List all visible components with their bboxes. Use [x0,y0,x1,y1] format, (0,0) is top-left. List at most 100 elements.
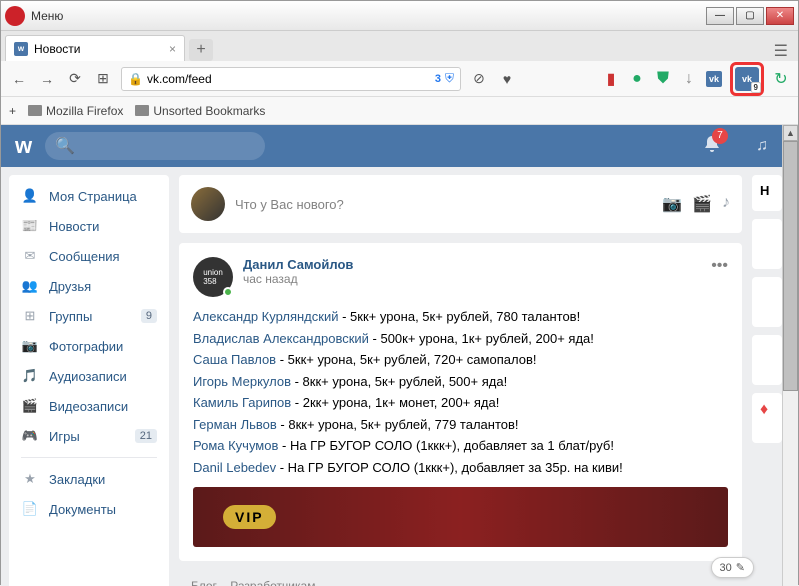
opera-menu-button[interactable] [5,6,25,26]
user-link[interactable]: Камиль Гарипов [193,395,291,410]
maximize-button[interactable]: ▢ [736,7,764,25]
scroll-up-button[interactable]: ▲ [783,125,798,141]
panel-toggle-icon[interactable]: ☰ [774,41,788,61]
menu-label[interactable]: Меню [31,9,63,23]
nav-label: Сообщения [49,249,120,264]
user-avatar[interactable] [191,187,225,221]
nav-label: Моя Страница [49,189,137,204]
heart-icon[interactable]: ♥ [497,69,517,89]
speed-dial-icon[interactable]: ⊞ [93,69,113,89]
vip-badge: VIP [223,505,276,529]
right-box-hot: ♦ [752,393,782,443]
bookmark-folder-mozilla[interactable]: Mozilla Firefox [28,104,123,118]
bookmarks-bar: + Mozilla Firefox Unsorted Bookmarks [1,97,798,125]
nav-label: Аудиозаписи [49,369,127,384]
sidebar-item[interactable]: ★ Закладки [9,464,169,494]
minimize-button[interactable]: — [706,7,734,25]
nav-count: 9 [141,309,157,323]
ext-highlight-box: vk 9 [730,62,764,96]
nav-icon: 📰 [21,217,39,235]
music-button[interactable]: ♫ [756,137,768,155]
ext-vk-small-icon[interactable]: vk [706,71,722,87]
nav-label: Группы [49,309,92,324]
lock-icon: 🔒 [128,72,143,86]
post-text: - На ГР БУГОР СОЛО (1ккк+), добавляет за… [276,460,623,475]
user-link[interactable]: Саша Павлов [193,352,276,367]
user-link[interactable]: Danil Lebedev [193,460,276,475]
sidebar-item[interactable]: 🎬Видеозаписи [9,391,169,421]
user-link[interactable]: Владислав Александровский [193,331,369,346]
post-body: Александр Курляндский - 5кк+ урона, 5к+ … [193,307,728,477]
post-author-avatar[interactable]: union358 [193,257,233,297]
sidebar-item[interactable]: 👤Моя Страница [9,181,169,211]
url-input[interactable]: 🔒 vk.com/feed 3 ⛨ [121,67,461,91]
close-button[interactable]: ✕ [766,7,794,25]
bookmark-folder-unsorted[interactable]: Unsorted Bookmarks [135,104,265,118]
compose-placeholder[interactable]: Что у Вас нового? [235,197,652,212]
new-posts-counter[interactable]: 30 ✎ [711,557,754,578]
nav-icon: 🎵 [21,367,39,385]
pencil-icon: ✎ [736,561,745,574]
back-button[interactable]: ← [9,69,29,89]
sidebar-item[interactable]: 📷Фотографии [9,331,169,361]
ext-sync-icon[interactable]: ↻ [772,70,790,88]
post-text: - 8кк+ урона, 5к+ рублей, 500+ яда! [291,374,507,389]
nav-label: Новости [49,219,99,234]
right-box-heading: Н [752,175,782,211]
forward-button[interactable]: → [37,69,57,89]
sidebar-item[interactable]: ✉Сообщения [9,241,169,271]
compose-box[interactable]: Что у Вас нового? 📷 🎬 ♪ [179,175,742,233]
ext-download-icon[interactable]: ↓ [680,70,698,88]
sidebar-item[interactable]: ⊞Группы9 [9,301,169,331]
sidebar-item[interactable]: 📄Документы [9,494,169,524]
post-more-icon[interactable]: ••• [711,257,728,275]
tabs-bar: w Новости × + ☰ [1,31,798,61]
user-link[interactable]: Игорь Меркулов [193,374,291,389]
sidebar-item[interactable]: 🎵 Аудиозаписи [9,361,169,391]
user-link[interactable]: Рома Кучумов [193,438,278,453]
new-tab-button[interactable]: + [189,39,213,61]
attach-photo-icon[interactable]: 📷 [662,194,682,214]
right-box [752,219,782,269]
tab-title: Новости [34,42,80,56]
ext-shield-icon[interactable]: ⛊ [654,70,672,88]
adblock-icon[interactable]: ⊘ [469,69,489,89]
attach-video-icon[interactable]: 🎬 [692,194,712,214]
add-bookmark-button[interactable]: + [9,104,16,118]
vk-footer: Блог Разработчикам [179,571,742,586]
attach-audio-icon[interactable]: ♪ [722,194,730,214]
tab-active[interactable]: w Новости × [5,35,185,61]
ext-green-icon[interactable]: ● [628,70,646,88]
nav-icon: 👥 [21,277,39,295]
post: union358 Данил Самойлов час назад ••• Ал… [179,243,742,561]
sidebar-item[interactable]: 📰 Новости [9,211,169,241]
vk-logo[interactable]: w [15,133,31,159]
post-image[interactable]: VIP [193,487,728,547]
post-author-name[interactable]: Данил Самойлов [243,257,353,272]
vk-right-column: Н ♦ [752,175,782,586]
post-text: - 5кк+ урона, 5к+ рублей, 780 талантов! [338,309,580,324]
nav-label: Фотографии [49,339,123,354]
nav-icon: 🎬 [21,397,39,415]
ext-lastpass-icon[interactable]: ▮ [602,70,620,88]
user-link[interactable]: Герман Львов [193,417,277,432]
reload-button[interactable]: ⟳ [65,69,85,89]
nav-separator [21,457,157,458]
sidebar-item[interactable]: 🎮Игры21 [9,421,169,451]
vk-search-input[interactable]: 🔍 [45,132,265,160]
ext-vkfox-badge: 9 [751,82,761,93]
nav-label: Закладки [49,472,105,487]
sidebar-item[interactable]: 👥Друзья [9,271,169,301]
tab-close-icon[interactable]: × [169,42,176,56]
vertical-scrollbar[interactable]: ▲ [782,125,798,586]
notif-count-badge: 7 [712,128,728,144]
nav-icon: ★ [21,470,39,488]
post-text: - 8кк+ урона, 5к+ рублей, 779 талантов! [277,417,519,432]
scrollbar-thumb[interactable] [783,141,798,391]
user-link[interactable]: Александр Курляндский [193,309,338,324]
shield-icon[interactable]: ⛨ [445,71,454,86]
ext-vkfox-icon[interactable]: vk 9 [735,67,759,91]
nav-icon: 📄 [21,500,39,518]
notifications-button[interactable]: 7 [702,134,722,159]
post-text: - 500к+ урона, 1к+ рублей, 200+ яда! [369,331,594,346]
